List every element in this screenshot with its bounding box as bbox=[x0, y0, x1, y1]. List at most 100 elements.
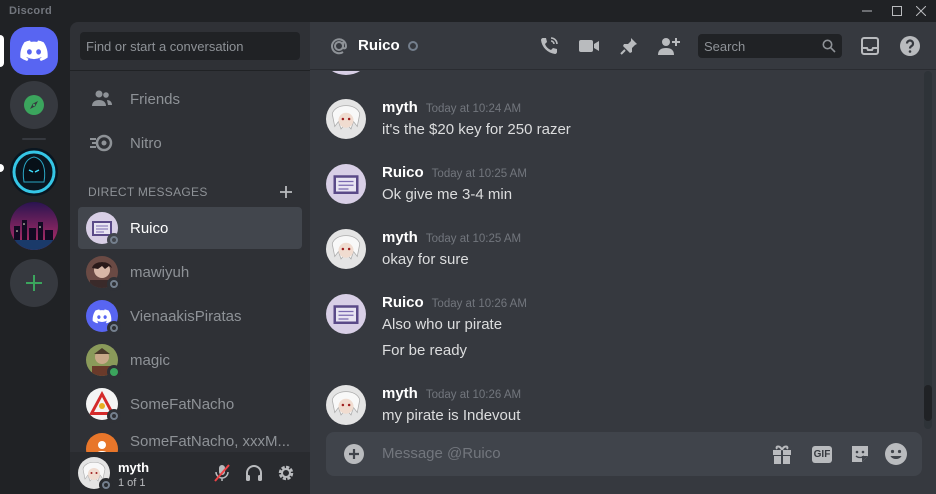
author-name[interactable]: myth bbox=[382, 229, 418, 246]
message-author[interactable]: Ruico Today at 10:25 AM bbox=[382, 164, 527, 181]
maximize-icon bbox=[892, 6, 902, 16]
explore-servers-button[interactable] bbox=[10, 81, 58, 129]
server-rail bbox=[0, 22, 70, 494]
voice-call-button[interactable] bbox=[537, 34, 561, 58]
dm-avatar bbox=[86, 256, 121, 291]
dm-name: Ruico bbox=[130, 219, 169, 237]
user-avatar[interactable] bbox=[78, 457, 113, 492]
message-content: Ok give me 3-4 min bbox=[382, 186, 513, 203]
close-window-button[interactable] bbox=[906, 0, 936, 22]
scrollbar-track[interactable] bbox=[924, 71, 932, 429]
message-avatar[interactable] bbox=[326, 164, 366, 204]
author-name[interactable]: Ruico bbox=[382, 164, 424, 181]
add-friend-to-dm-button[interactable] bbox=[657, 34, 681, 58]
unread-indicator bbox=[0, 164, 4, 172]
message-author[interactable]: Ruico Today at 10:26 AM bbox=[382, 294, 527, 311]
status-indicator bbox=[107, 277, 121, 291]
myth-avatar-icon bbox=[326, 99, 366, 139]
dm-item-group[interactable]: SomeFatNacho, xxxM... bbox=[78, 427, 302, 453]
rail-separator bbox=[22, 138, 46, 140]
dm-name: SomeFatNacho, xxxM... bbox=[130, 433, 291, 450]
username: myth bbox=[118, 460, 150, 475]
dm-item-somefatnacho[interactable]: SomeFatNacho bbox=[78, 383, 302, 425]
user-panel: myth 1 of 1 bbox=[70, 452, 310, 494]
status-indicator bbox=[107, 409, 121, 423]
status-indicator bbox=[99, 478, 113, 492]
discord-default-avatar-icon bbox=[92, 308, 112, 323]
home-button[interactable] bbox=[10, 27, 58, 75]
dm-sidebar: Find or start a conversation Friends Nit… bbox=[70, 22, 310, 494]
dm-avatar bbox=[86, 300, 121, 335]
plus-icon bbox=[26, 275, 42, 291]
app-title: Discord bbox=[9, 5, 53, 17]
headphones-icon bbox=[246, 465, 262, 481]
chat-search-placeholder: Search bbox=[704, 39, 746, 54]
add-server-button[interactable] bbox=[10, 259, 58, 307]
phone-call-icon bbox=[541, 37, 558, 54]
dm-avatar bbox=[86, 212, 121, 247]
chat-area: Ruico Search myth Today at 10:24 AM it's… bbox=[310, 22, 936, 494]
group-dm-avatar-icon bbox=[96, 441, 108, 453]
user-settings-button[interactable] bbox=[274, 461, 298, 485]
conversation-search-input[interactable]: Find or start a conversation bbox=[80, 32, 300, 60]
dm-name: magic bbox=[130, 351, 171, 369]
deafen-button[interactable] bbox=[242, 461, 266, 485]
close-icon bbox=[916, 6, 926, 16]
sidebar-item-friends[interactable]: Friends bbox=[78, 78, 302, 120]
gift-button[interactable] bbox=[770, 442, 794, 466]
upload-button[interactable] bbox=[342, 442, 366, 471]
message-author[interactable]: myth Today at 10:25 AM bbox=[382, 229, 521, 246]
gif-button[interactable]: GIF bbox=[810, 442, 834, 466]
message-avatar[interactable] bbox=[326, 229, 366, 269]
discord-logo-icon bbox=[20, 40, 48, 61]
message-timestamp: Today at 10:26 AM bbox=[431, 298, 527, 310]
author-name[interactable]: Ruico bbox=[382, 294, 424, 311]
message-avatar[interactable] bbox=[326, 99, 366, 139]
channel-title: Ruico bbox=[358, 37, 400, 54]
message-content: it's the $20 key for 250 razer bbox=[382, 121, 571, 138]
pinned-messages-button[interactable] bbox=[617, 34, 641, 58]
message-input[interactable]: Message @Ruico bbox=[382, 445, 501, 462]
myth-avatar-icon bbox=[326, 229, 366, 269]
help-button[interactable] bbox=[898, 34, 922, 58]
dm-item-mawiyuh[interactable]: mawiyuh bbox=[78, 251, 302, 293]
mute-button[interactable] bbox=[210, 461, 234, 485]
dm-avatar bbox=[86, 344, 121, 379]
smiley-icon bbox=[885, 443, 907, 465]
emoji-button[interactable] bbox=[884, 442, 908, 466]
create-dm-plus-icon[interactable] bbox=[280, 186, 292, 198]
sticker-button[interactable] bbox=[848, 442, 872, 466]
dm-avatar bbox=[86, 433, 118, 453]
ruico-avatar-icon bbox=[326, 294, 366, 334]
dm-item-magic[interactable]: magic bbox=[78, 339, 302, 381]
nitro-label: Nitro bbox=[130, 134, 162, 152]
message-author[interactable]: myth Today at 10:24 AM bbox=[382, 99, 521, 116]
minimize-icon bbox=[862, 10, 872, 12]
scrollbar-thumb[interactable] bbox=[924, 385, 932, 421]
author-name[interactable]: myth bbox=[382, 99, 418, 116]
minimize-button[interactable] bbox=[852, 0, 882, 22]
author-name[interactable]: myth bbox=[382, 385, 418, 402]
message-avatar[interactable] bbox=[326, 294, 366, 334]
status-indicator bbox=[107, 365, 121, 379]
message-list: myth Today at 10:24 AM it's the $20 key f… bbox=[310, 71, 920, 429]
video-call-button[interactable] bbox=[577, 34, 601, 58]
pin-icon bbox=[620, 38, 637, 55]
dm-item-vienaakispiratas[interactable]: VienaakisPiratas bbox=[78, 295, 302, 337]
clipped-avatar bbox=[326, 71, 366, 75]
server-icon-city[interactable] bbox=[10, 202, 58, 250]
inbox-button[interactable] bbox=[858, 34, 882, 58]
dm-name: SomeFatNacho bbox=[130, 395, 235, 413]
message-content: For be ready bbox=[382, 342, 468, 359]
message-author[interactable]: myth Today at 10:26 AM bbox=[382, 385, 521, 402]
message-avatar[interactable] bbox=[326, 385, 366, 425]
dm-header-label: DIRECT MESSAGES bbox=[88, 185, 208, 199]
chat-search-input[interactable]: Search bbox=[698, 34, 842, 58]
dm-item-ruico[interactable]: Ruico bbox=[78, 207, 302, 249]
server-icon-hooded[interactable] bbox=[10, 148, 58, 196]
user-tag: 1 of 1 bbox=[118, 477, 146, 489]
message-timestamp: Today at 10:25 AM bbox=[425, 233, 522, 245]
message-content: okay for sure bbox=[382, 251, 469, 268]
sidebar-item-nitro[interactable]: Nitro bbox=[78, 122, 302, 164]
gear-icon bbox=[278, 465, 294, 481]
